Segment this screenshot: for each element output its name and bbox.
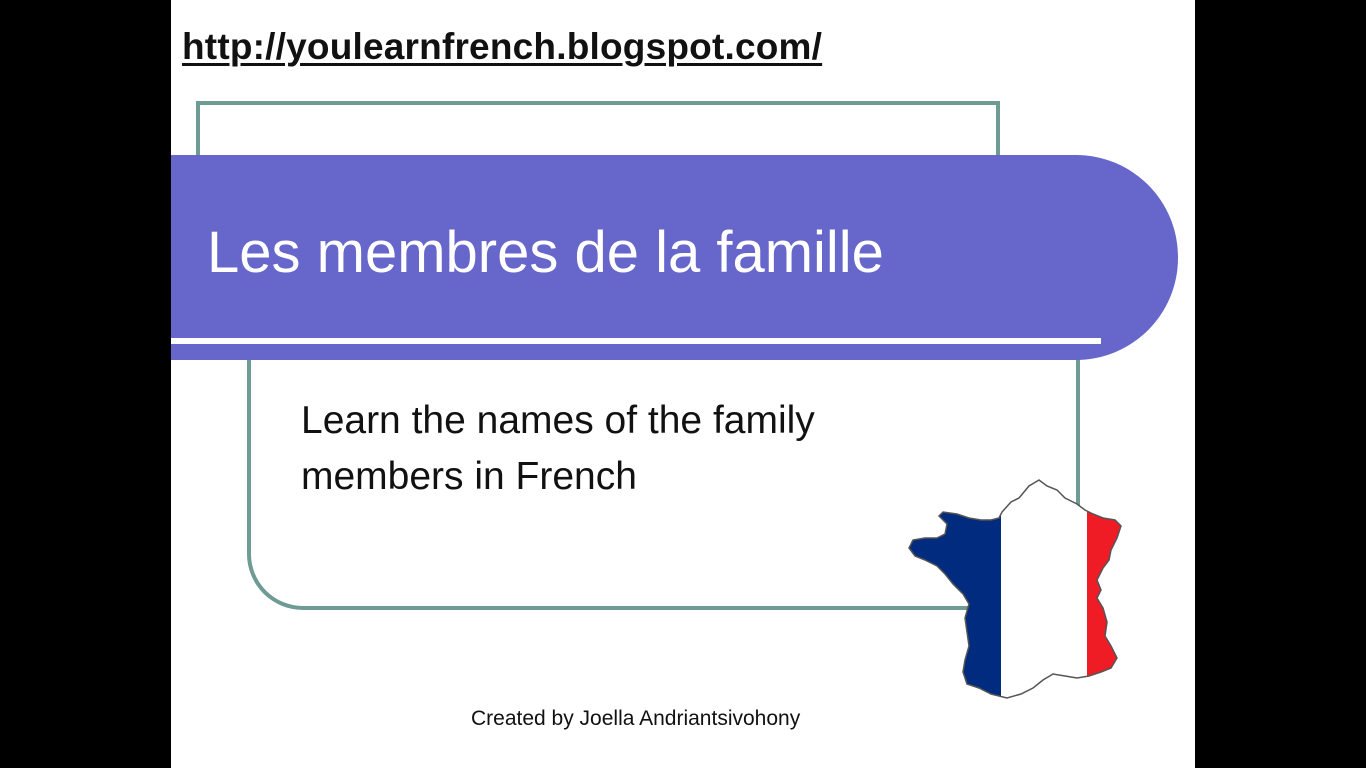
slide-title: Les membres de la famille [207, 220, 884, 285]
video-frame: http://youlearnfrench.blogspot.com/ Les … [0, 0, 1366, 768]
slide: http://youlearnfrench.blogspot.com/ Les … [171, 0, 1195, 768]
france-flag-map-icon [908, 479, 1122, 699]
credit-line: Created by Joella Andriantsivohony [471, 707, 801, 730]
slide-subtitle: Learn the names of the family members in… [301, 399, 815, 498]
blog-url: http://youlearnfrench.blogspot.com/ [182, 26, 823, 67]
title-band: Les membres de la famille [171, 155, 1178, 360]
title-band-stripe [171, 338, 1101, 344]
